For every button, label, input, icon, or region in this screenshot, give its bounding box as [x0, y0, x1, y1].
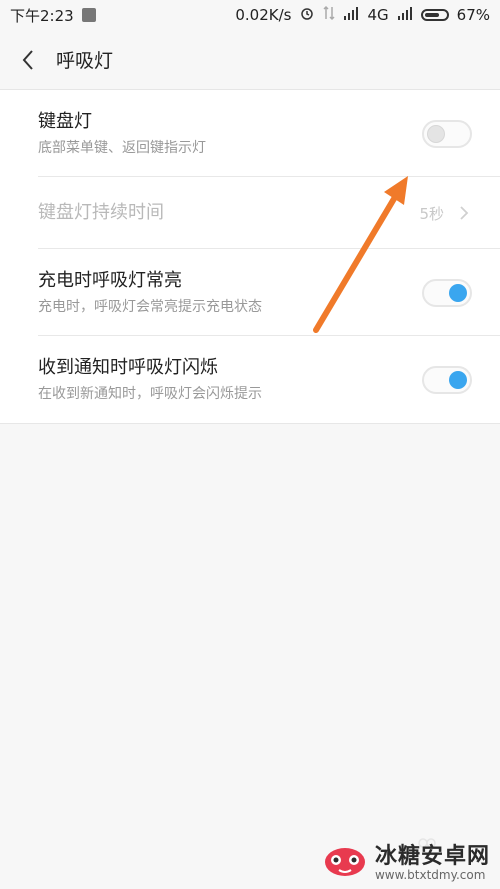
status-time: 下午2:23 — [10, 6, 74, 25]
setting-charging-breathing-light[interactable]: 充电时呼吸灯常亮 充电时，呼吸灯会常亮提示充电状态 — [0, 249, 500, 336]
duration-value: 5秒 — [419, 204, 444, 223]
status-bar: 下午2:23 0.02K/s 4G 67% — [0, 0, 500, 30]
watermark-logo-icon — [324, 848, 365, 876]
battery-icon — [420, 9, 449, 21]
toggle-knob — [449, 283, 467, 302]
setting-subtitle: 底部菜单键、返回键指示灯 — [38, 139, 206, 156]
setting-keyboard-light[interactable]: 键盘灯 底部菜单键、返回键指示灯 — [0, 90, 500, 177]
toggle-knob — [449, 370, 467, 389]
signal-icon-2 — [397, 6, 413, 24]
watermark-title: 冰糖安卓网 — [374, 844, 490, 869]
keyboard-light-toggle[interactable] — [422, 119, 472, 148]
chevron-left-icon — [22, 49, 33, 70]
chevron-right-icon — [460, 206, 469, 220]
setting-title: 键盘灯持续时间 — [38, 202, 164, 223]
battery-percent: 67% — [456, 6, 490, 24]
page-header: 呼吸灯 — [0, 30, 500, 90]
watermark-url: www.btxtdmy.com — [374, 868, 486, 882]
setting-subtitle: 在收到新通知时，呼吸灯会闪烁提示 — [38, 385, 262, 402]
alarm-icon — [299, 5, 315, 25]
page-title: 呼吸灯 — [56, 50, 114, 72]
settings-list: 键盘灯 底部菜单键、返回键指示灯 键盘灯持续时间 5秒 充电时呼吸灯常亮 充电时… — [0, 90, 500, 424]
setting-notification-breathing-light[interactable]: 收到通知时呼吸灯闪烁 在收到新通知时，呼吸灯会闪烁提示 — [0, 336, 500, 423]
data-arrows-icon — [323, 5, 336, 25]
notification-light-toggle[interactable] — [422, 365, 472, 394]
back-button[interactable] — [0, 30, 56, 90]
toggle-knob — [427, 124, 445, 143]
network-type: 4G — [367, 6, 389, 24]
setting-title: 充电时呼吸灯常亮 — [38, 269, 182, 291]
charging-light-toggle[interactable] — [422, 278, 472, 307]
network-speed: 0.02K/s — [235, 6, 292, 24]
setting-subtitle: 充电时，呼吸灯会常亮提示充电状态 — [38, 298, 262, 315]
notification-icon — [81, 8, 96, 22]
watermark: 冰糖安卓网 www.btxtdmy.com — [323, 837, 490, 883]
signal-icon — [343, 6, 359, 24]
setting-title: 键盘灯 — [38, 110, 92, 132]
setting-keyboard-light-duration[interactable]: 键盘灯持续时间 5秒 — [0, 177, 500, 249]
setting-title: 收到通知时呼吸灯闪烁 — [38, 356, 218, 378]
